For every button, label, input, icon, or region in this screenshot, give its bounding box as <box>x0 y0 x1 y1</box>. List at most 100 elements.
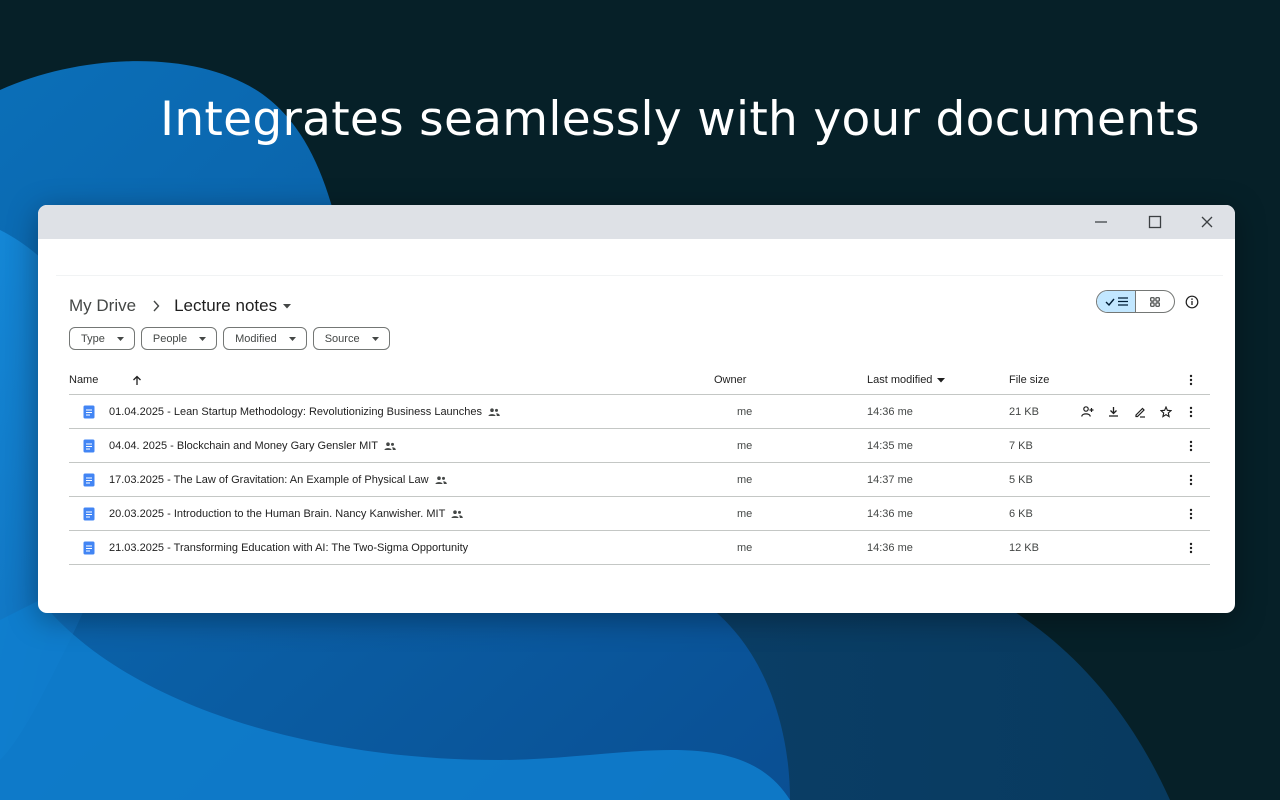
file-title[interactable]: 04.04. 2025 - Blockchain and Money Gary … <box>109 440 378 452</box>
doc-icon <box>83 507 95 521</box>
more-vert-icon <box>1189 508 1193 519</box>
close-icon <box>1201 216 1213 228</box>
filter-source-label: Source <box>324 332 360 345</box>
table-row[interactable]: 17.03.2025 - The Law of Gravitation: An … <box>69 463 1210 497</box>
column-options-button[interactable] <box>1185 372 1197 388</box>
drive-window: My Drive Lecture notes Type People Modif… <box>38 205 1235 613</box>
column-owner[interactable]: Owner <box>714 374 746 386</box>
row-more-button[interactable] <box>1185 472 1197 488</box>
shared-people-icon <box>488 407 500 416</box>
info-button[interactable] <box>1183 293 1201 311</box>
caret-down-icon <box>199 336 207 341</box>
list-view-button[interactable] <box>1097 291 1136 312</box>
filter-modified-label: Modified <box>235 332 277 345</box>
more-vert-icon <box>1189 374 1193 386</box>
doc-icon <box>83 405 95 419</box>
caret-down-icon <box>371 336 379 341</box>
info-icon <box>1185 295 1199 309</box>
size-cell: 7 KB <box>1009 439 1033 452</box>
divider <box>56 275 1223 276</box>
table-row[interactable]: 21.03.2025 - Transforming Education with… <box>69 531 1210 565</box>
column-last-modified-label: Last modified <box>867 374 933 386</box>
filter-source[interactable]: Source <box>312 327 390 350</box>
shared-people-icon <box>435 475 447 484</box>
row-more-button[interactable] <box>1185 540 1197 556</box>
owner-cell: me <box>737 405 753 418</box>
modified-cell: 14:35 me <box>867 439 913 452</box>
file-title[interactable]: 17.03.2025 - The Law of Gravitation: An … <box>109 474 429 486</box>
file-title[interactable]: 20.03.2025 - Introduction to the Human B… <box>109 508 445 520</box>
close-button[interactable] <box>1181 205 1233 239</box>
size-cell: 5 KB <box>1009 473 1033 486</box>
drive-content: My Drive Lecture notes Type People Modif… <box>38 239 1235 613</box>
owner-cell: me <box>737 473 753 486</box>
minimize-button[interactable] <box>1075 205 1127 239</box>
list-view-icon <box>1117 297 1128 306</box>
maximize-icon <box>1148 215 1162 229</box>
file-name-cell: 21.03.2025 - Transforming Education with… <box>69 541 468 555</box>
file-name-cell: 20.03.2025 - Introduction to the Human B… <box>69 507 464 521</box>
breadcrumb: My Drive Lecture notes <box>69 292 292 320</box>
check-icon <box>1105 298 1115 306</box>
shared-people-icon <box>451 509 464 518</box>
breadcrumb-current-folder[interactable]: Lecture notes <box>174 296 292 316</box>
sort-up-icon[interactable] <box>132 375 142 386</box>
rename-icon[interactable] <box>1133 405 1146 418</box>
doc-icon <box>83 439 95 453</box>
row-more-button[interactable] <box>1185 438 1197 454</box>
column-name[interactable]: Name <box>69 374 142 386</box>
table-row[interactable]: 20.03.2025 - Introduction to the Human B… <box>69 497 1210 531</box>
size-cell: 6 KB <box>1009 507 1033 520</box>
chevron-right-icon <box>152 300 160 312</box>
owner-cell: me <box>737 541 753 554</box>
filter-modified[interactable]: Modified <box>223 327 307 350</box>
more-vert-icon <box>1189 474 1193 485</box>
row-more-button[interactable] <box>1185 506 1197 522</box>
modified-cell: 14:36 me <box>867 541 913 554</box>
filter-people[interactable]: People <box>140 327 218 350</box>
breadcrumb-root[interactable]: My Drive <box>69 296 136 316</box>
window-titlebar <box>38 205 1235 239</box>
breadcrumb-current-label: Lecture notes <box>174 296 278 315</box>
file-name-cell: 17.03.2025 - The Law of Gravitation: An … <box>69 473 447 487</box>
file-title[interactable]: 01.04.2025 - Lean Startup Methodology: R… <box>109 406 482 418</box>
more-vert-icon <box>1189 406 1193 417</box>
caret-down-icon <box>288 336 296 341</box>
filter-chips: Type People Modified Source <box>69 327 390 350</box>
minimize-icon <box>1095 221 1107 223</box>
column-file-size[interactable]: File size <box>1009 374 1049 386</box>
view-toggle <box>1096 290 1175 313</box>
column-last-modified[interactable]: Last modified <box>867 374 946 386</box>
modified-cell: 14:37 me <box>867 473 913 486</box>
grid-view-icon <box>1150 296 1160 307</box>
owner-cell: me <box>737 439 753 452</box>
file-name-cell: 04.04. 2025 - Blockchain and Money Gary … <box>69 439 396 453</box>
row-more-button[interactable] <box>1185 404 1197 420</box>
size-cell: 12 KB <box>1009 541 1039 554</box>
modified-cell: 14:36 me <box>867 405 913 418</box>
more-vert-icon <box>1189 440 1193 451</box>
doc-icon <box>83 541 95 555</box>
star-icon[interactable] <box>1159 405 1172 418</box>
file-name-cell: 01.04.2025 - Lean Startup Methodology: R… <box>69 405 500 419</box>
download-icon[interactable] <box>1107 405 1120 418</box>
filter-type-label: Type <box>81 332 105 345</box>
row-actions <box>1081 405 1172 418</box>
maximize-button[interactable] <box>1129 205 1181 239</box>
filter-type[interactable]: Type <box>69 327 135 350</box>
headline: Integrates seamlessly with your document… <box>160 92 1200 147</box>
sort-down-icon <box>937 377 946 382</box>
shared-people-icon <box>384 441 396 450</box>
table-header: Name Owner Last modified File size <box>69 366 1210 395</box>
share-icon[interactable] <box>1081 405 1094 418</box>
caret-down-icon <box>116 336 124 341</box>
more-vert-icon <box>1189 542 1193 553</box>
table-row[interactable]: 01.04.2025 - Lean Startup Methodology: R… <box>69 395 1210 429</box>
grid-view-button[interactable] <box>1136 291 1174 312</box>
file-title[interactable]: 21.03.2025 - Transforming Education with… <box>109 542 468 554</box>
table-row[interactable]: 04.04. 2025 - Blockchain and Money Gary … <box>69 429 1210 463</box>
caret-down-icon <box>283 303 292 308</box>
modified-cell: 14:36 me <box>867 507 913 520</box>
size-cell: 21 KB <box>1009 405 1039 418</box>
filter-people-label: People <box>152 332 188 345</box>
